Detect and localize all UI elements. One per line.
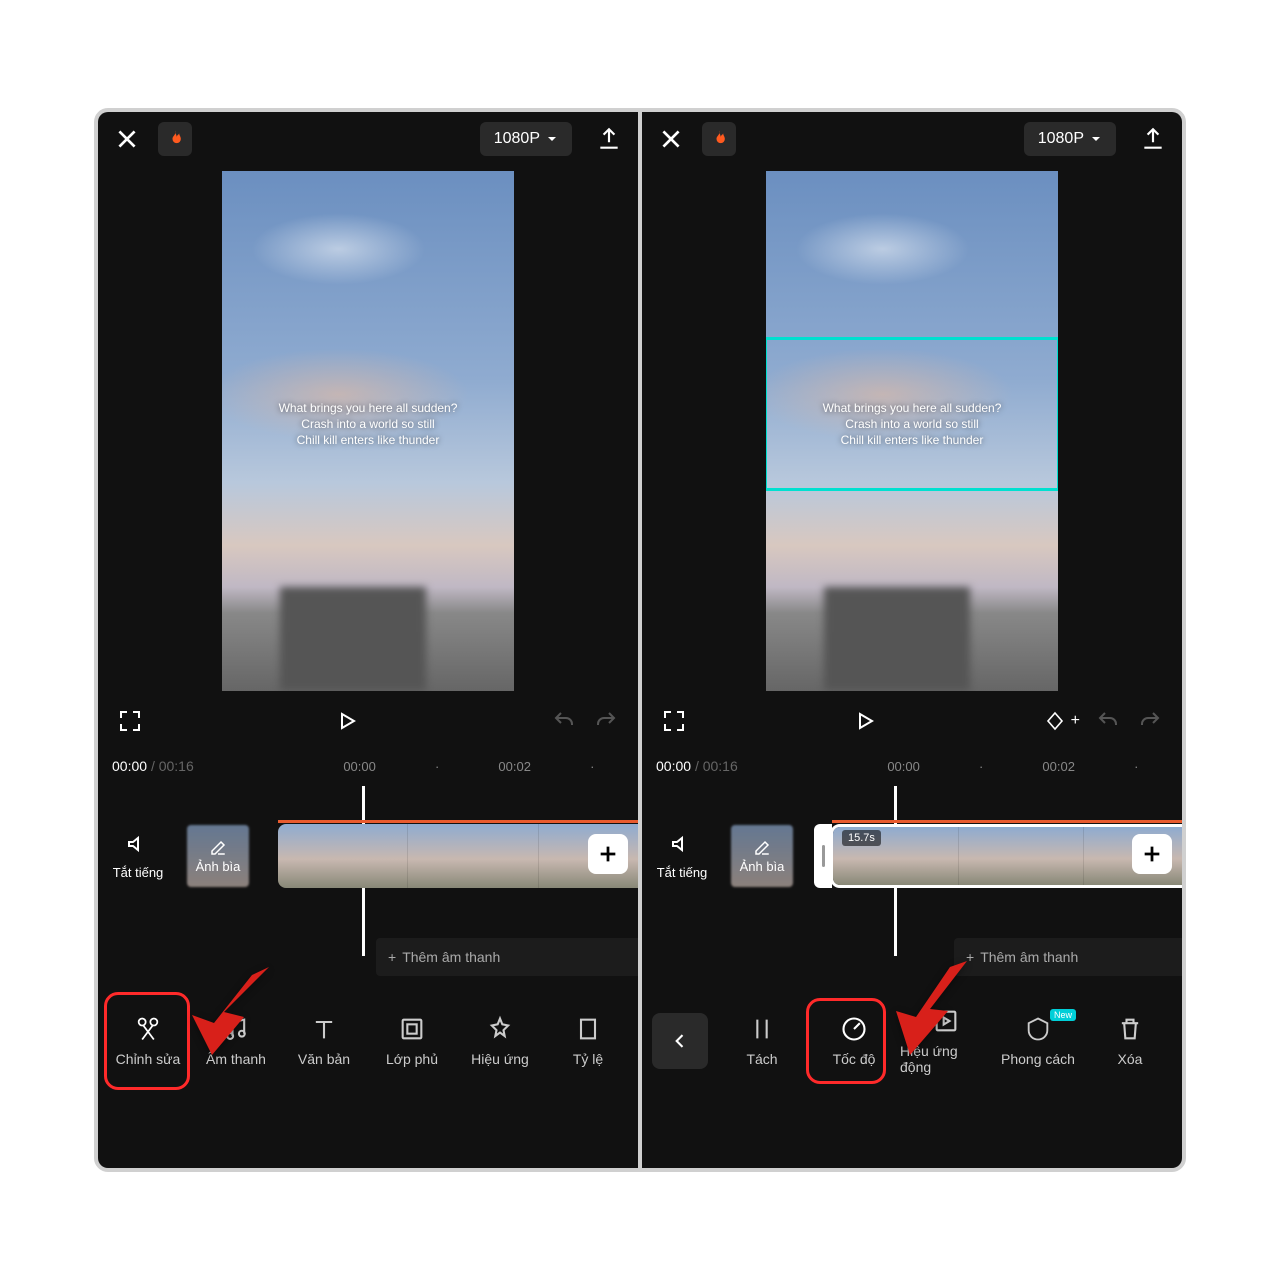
- add-audio-button[interactable]: +Thêm âm thanh: [954, 938, 1182, 976]
- resolution-label: 1080P: [494, 130, 540, 148]
- mute-button[interactable]: Tắt tiếng: [642, 832, 722, 880]
- flame-icon[interactable]: [158, 122, 192, 156]
- play-icon[interactable]: [851, 707, 879, 735]
- resolution-label: 1080P: [1038, 130, 1084, 148]
- video-preview: What brings you here all sudden?Crash in…: [98, 166, 638, 696]
- export-icon[interactable]: [1140, 126, 1166, 152]
- clip-track[interactable]: 15.7s: [808, 816, 1182, 896]
- clip-duration-badge: 15.7s: [842, 830, 881, 846]
- edit-tool[interactable]: Chỉnh sửa: [104, 1015, 192, 1067]
- time-tick: 00:00: [887, 759, 920, 774]
- speed-tool[interactable]: Tốc độ: [808, 1015, 900, 1067]
- redo-icon[interactable]: [1136, 707, 1164, 735]
- playback-controls: [98, 696, 638, 746]
- ratio-tool[interactable]: Tỷ lệ: [544, 1015, 632, 1067]
- split-tool[interactable]: Tách: [716, 1015, 808, 1067]
- bottom-toolbar: Chỉnh sửa Âm thanh Văn bản Lớp phủ Hiệu …: [98, 986, 638, 1096]
- cover-button[interactable]: Ảnh bìa: [722, 825, 802, 887]
- add-clip-button[interactable]: [588, 834, 628, 874]
- timeline[interactable]: Tắt tiếng Ảnh bìa 15.7s +Thêm âm thanh: [642, 786, 1182, 986]
- time-tick: 00:00: [343, 759, 376, 774]
- time-row: 00:00 / 00:16 00:00· 00:02·: [642, 746, 1182, 786]
- new-badge: New: [1050, 1009, 1076, 1021]
- video-preview: What brings you here all sudden?Crash in…: [642, 166, 1182, 696]
- back-button[interactable]: [652, 1013, 708, 1069]
- fullscreen-icon[interactable]: [116, 707, 144, 735]
- total-duration: 00:16: [703, 758, 738, 774]
- editor-panel-right: 1080P What brings you here all sudden?Cr…: [642, 112, 1182, 1168]
- delete-tool[interactable]: Xóa: [1084, 1015, 1176, 1067]
- selection-box[interactable]: [766, 337, 1058, 491]
- overlay-tool[interactable]: Lớp phủ: [368, 1015, 456, 1067]
- time-tick: 00:02: [498, 759, 531, 774]
- mute-button[interactable]: Tắt tiếng: [98, 832, 178, 880]
- close-icon[interactable]: [114, 126, 140, 152]
- resolution-button[interactable]: 1080P: [480, 122, 572, 156]
- overlay-text: What brings you here all sudden?Crash in…: [222, 400, 514, 449]
- time-tick: 00:02: [1042, 759, 1075, 774]
- editor-panel-left: 1080P What brings you here all sudden?Cr…: [98, 112, 638, 1168]
- fullscreen-icon[interactable]: [660, 707, 688, 735]
- top-bar: 1080P: [98, 112, 638, 166]
- clip-track[interactable]: [264, 816, 638, 896]
- style-tool[interactable]: NewPhong cách: [992, 1015, 1084, 1067]
- audio-tool[interactable]: Âm thanh: [192, 1015, 280, 1067]
- close-icon[interactable]: [658, 126, 684, 152]
- export-icon[interactable]: [596, 126, 622, 152]
- animation-tool[interactable]: Hiệu ứng động: [900, 1007, 992, 1075]
- total-duration: 00:16: [159, 758, 194, 774]
- top-bar: 1080P: [642, 112, 1182, 166]
- video-frame[interactable]: What brings you here all sudden?Crash in…: [766, 171, 1058, 691]
- cover-button[interactable]: Ảnh bìa: [178, 825, 258, 887]
- current-time: 00:00: [112, 758, 147, 774]
- add-clip-button[interactable]: [1132, 834, 1172, 874]
- timeline[interactable]: Tắt tiếng Ảnh bìa +Thêm âm thanh: [98, 786, 638, 986]
- play-icon[interactable]: [333, 707, 361, 735]
- add-audio-button[interactable]: +Thêm âm thanh: [376, 938, 638, 976]
- undo-icon[interactable]: [550, 707, 578, 735]
- video-frame[interactable]: What brings you here all sudden?Crash in…: [222, 171, 514, 691]
- playback-controls: +: [642, 696, 1182, 746]
- text-tool[interactable]: Văn bản: [280, 1015, 368, 1067]
- current-time: 00:00: [656, 758, 691, 774]
- effects-tool[interactable]: Hiệu ứng: [456, 1015, 544, 1067]
- keyframe-icon[interactable]: +: [1043, 709, 1080, 733]
- flame-icon[interactable]: [702, 122, 736, 156]
- bottom-toolbar: Tách Tốc độ Hiệu ứng động NewPhong cách …: [642, 986, 1182, 1096]
- resolution-button[interactable]: 1080P: [1024, 122, 1116, 156]
- undo-icon[interactable]: [1094, 707, 1122, 735]
- redo-icon[interactable]: [592, 707, 620, 735]
- time-row: 00:00 / 00:16 00:00· 00:02·: [98, 746, 638, 786]
